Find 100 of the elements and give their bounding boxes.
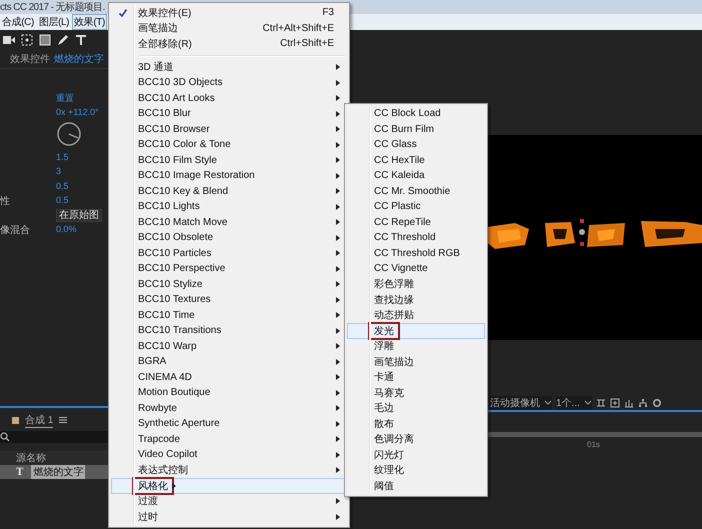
snapshot-icon[interactable] (610, 398, 620, 408)
submenu-item[interactable]: BCC10 Lights (111, 199, 347, 214)
submenu-item[interactable]: BCC10 Browser (111, 122, 347, 137)
submenu-item[interactable]: BCC10 Textures (111, 292, 347, 308)
submenu-arrow-icon (336, 343, 340, 350)
submenu-item[interactable]: BCC10 Particles (111, 246, 347, 261)
submenu-item[interactable]: BCC10 Warp (111, 338, 347, 354)
menu-item[interactable]: CC Threshold (347, 230, 485, 246)
text-layer-icon: T (16, 466, 24, 478)
submenu-item[interactable]: 风格化 (111, 478, 347, 494)
pen-icon[interactable] (56, 34, 70, 46)
menu-icon[interactable] (59, 416, 68, 424)
submenu-item[interactable]: 表达式控制 (111, 462, 347, 478)
view-layout-dropdown[interactable]: 1个... (556, 396, 592, 410)
submenu-arrow-icon (336, 405, 340, 412)
text-tool-icon[interactable] (74, 34, 88, 46)
submenu-arrow-icon (336, 157, 340, 164)
submenu-item[interactable]: Motion Boutique (111, 385, 347, 400)
submenu-item[interactable]: BCC10 Match Move (111, 214, 347, 230)
submenu-item[interactable]: Video Copilot (111, 447, 347, 462)
submenu-item[interactable]: BCC10 Stylize (111, 276, 347, 292)
menu-item[interactable]: CC Mr. Smoothie (347, 184, 485, 199)
submenu-item[interactable]: 过渡 (111, 494, 347, 509)
layer-name: 燃烧的文字 (54, 52, 104, 66)
menu-item[interactable]: 画笔描边 (347, 354, 485, 370)
submenu-item[interactable]: BCC10 Transitions (111, 323, 347, 338)
submenu-item[interactable]: BCC10 Obsolete (111, 230, 347, 246)
submenu-arrow-icon (336, 64, 340, 70)
frame-icon[interactable] (596, 398, 606, 408)
menu-item[interactable]: CC Kaleida (347, 168, 485, 184)
menu-item[interactable]: 彩色浮雕 (347, 276, 485, 292)
menu-item[interactable]: 纹理化 (347, 462, 485, 478)
menu-item[interactable]: 阈值 (347, 478, 485, 494)
submenu-item[interactable]: BCC10 Film Style (111, 152, 347, 168)
property-value[interactable]: 0.5 (56, 195, 69, 206)
menu-item-label: 全部移除(R) (137, 38, 193, 51)
menu-item[interactable]: 马赛克 (347, 385, 485, 400)
property-value[interactable]: 3 (56, 166, 62, 176)
submenu-item[interactable]: Synthetic Aperture (111, 416, 347, 432)
camera-dropdown[interactable]: 活动摄像机 (490, 396, 552, 410)
submenu-item[interactable]: BGRA (111, 354, 347, 370)
menu-item[interactable]: 浮雕 (347, 338, 485, 354)
menu-item[interactable]: CC RepeTile (347, 214, 485, 230)
menu-item[interactable]: 色调分离 (347, 432, 485, 447)
menu-item[interactable]: 发光 (347, 323, 485, 338)
menu-item[interactable]: 效果控件(E) F3 (111, 5, 347, 20)
chevron-down-icon (584, 400, 592, 405)
submenu-item[interactable]: 3D 通道 (111, 60, 347, 75)
submenu-arrow-icon (336, 219, 340, 226)
reset-link[interactable]: 重置 (56, 92, 74, 103)
hierarchy-icon[interactable] (638, 398, 648, 408)
property-value[interactable]: 0x +112.0° (56, 107, 99, 118)
submenu-item[interactable]: BCC10 Art Looks (111, 90, 347, 106)
property-value[interactable]: 1.5 (56, 152, 69, 162)
submenu-arrow-icon (336, 142, 340, 148)
menu-item[interactable]: 画笔描边 Ctrl+Alt+Shift+E (111, 20, 347, 36)
panel-tab[interactable]: 效果控件 (10, 52, 50, 66)
menu-item[interactable]: CC Glass (347, 137, 485, 152)
menu-bar-item[interactable]: 合成(C) (0, 14, 36, 30)
column-label: 源名称 (16, 452, 46, 465)
property-value[interactable]: 0.0% (56, 224, 77, 234)
submenu-arrow-icon (336, 467, 340, 474)
angle-dial[interactable] (56, 120, 82, 146)
menu-item[interactable]: CC Vignette (347, 261, 485, 276)
submenu-item[interactable]: 过时 (111, 509, 347, 524)
submenu-item[interactable]: BCC10 Perspective (111, 261, 347, 276)
menu-item[interactable]: 动态拼贴 (347, 308, 485, 323)
menu-item-label: 画笔描边 (137, 22, 179, 36)
submenu-item[interactable]: CINEMA 4D (111, 370, 347, 385)
submenu-item[interactable]: BCC10 Key & Blend (111, 184, 347, 199)
submenu-item[interactable]: Trapcode (111, 432, 347, 447)
menu-item[interactable]: 毛边 (347, 400, 485, 416)
menu-item[interactable]: 散布 (347, 416, 485, 432)
menu-item[interactable]: 查找边缘 (347, 292, 485, 308)
menu-item[interactable]: 卡通 (347, 370, 485, 385)
submenu-item[interactable]: BCC10 Blur (111, 106, 347, 122)
menu-item[interactable]: CC Threshold RGB (347, 246, 485, 261)
composition-color-icon (12, 416, 19, 424)
menu-item[interactable]: CC Plastic (347, 199, 485, 214)
submenu-item[interactable]: Rowbyte (111, 400, 347, 416)
panel-tab[interactable]: 合成 1 (25, 412, 54, 428)
menu-item[interactable]: 闪光灯 (347, 447, 485, 462)
rectangle-icon[interactable] (38, 34, 52, 46)
submenu-item[interactable]: BCC10 3D Objects (111, 75, 347, 90)
shortcut-label: Ctrl+Shift+E (280, 38, 335, 50)
dropdown[interactable]: 在原始图 (56, 209, 102, 222)
menu-bar-item[interactable]: 图层(L) (36, 14, 72, 30)
menu-bar-item[interactable]: 效果(T) (72, 14, 107, 30)
submenu-item[interactable]: BCC10 Color & Tone (111, 137, 347, 152)
submenu-item[interactable]: BCC10 Time (111, 308, 347, 323)
dotted-square-icon[interactable] (20, 34, 34, 46)
menu-item[interactable]: CC Block Load (347, 106, 485, 122)
menu-item[interactable]: CC Burn Film (347, 122, 485, 137)
camera-icon[interactable] (2, 34, 16, 46)
window-title: cts CC 2017 - 无标题项目. (0, 0, 105, 14)
menu-item[interactable]: CC HexTile (347, 152, 485, 168)
submenu-arrow-icon (336, 328, 340, 334)
property-value[interactable]: 0.5 (56, 180, 69, 191)
menu-item[interactable]: 全部移除(R) Ctrl+Shift+E (111, 36, 347, 52)
submenu-item[interactable]: BCC10 Image Restoration (111, 168, 347, 184)
